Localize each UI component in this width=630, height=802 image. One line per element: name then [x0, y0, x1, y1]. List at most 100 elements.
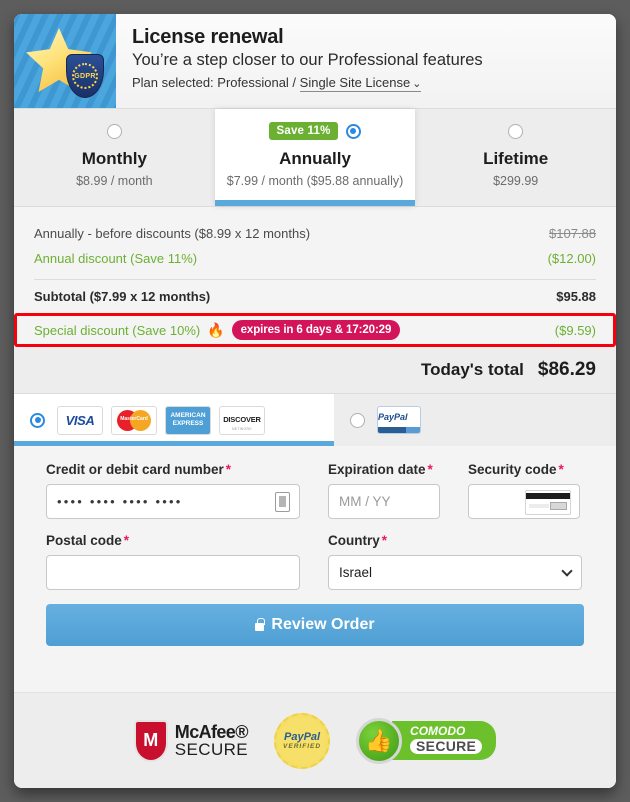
paypal-bar-dark [378, 427, 406, 433]
flame-icon: 🔥 [207, 321, 225, 338]
monthly-radio-row [14, 121, 215, 141]
payment-method-paypal[interactable]: PayPal [334, 394, 616, 446]
mcafee-mark: M [143, 730, 159, 750]
required-asterisk: * [558, 462, 564, 477]
amex-line1: AMERICAN [170, 412, 206, 419]
cvv-stripe [526, 493, 570, 499]
countdown-badge: expires in 6 days & 17:20:29 [231, 320, 401, 340]
trust-badges-footer: M McAfee® SECURE PayPal VERIFIED 👍 COMOD… [14, 692, 616, 788]
annually-radio[interactable] [345, 123, 361, 139]
cvv-card-icon [525, 490, 571, 515]
monthly-radio[interactable] [106, 123, 122, 139]
field-country: Country * Israel [328, 533, 582, 590]
paypal-verified-line2: VERIFIED [283, 743, 322, 750]
postal-code-label: Postal code * [46, 533, 300, 548]
page-subtitle: You’re a step closer to our Professional… [132, 51, 483, 69]
annually-price: $7.99 / month ($95.88 annually) [226, 174, 404, 188]
required-asterisk: * [427, 462, 433, 477]
header: GDPR License renewal You’re a step close… [14, 14, 616, 109]
monthly-price: $8.99 / month [76, 174, 153, 188]
row-special-discount: Special discount (Save 10%) 🔥 expires in… [14, 313, 616, 347]
plan-tabs: Monthly $8.99 / month Save 11% Annually … [14, 109, 616, 207]
amex-line2: EXPRESS [172, 420, 204, 427]
gdpr-label: GDPR [74, 72, 96, 80]
subtotal-value: $95.88 [556, 289, 596, 304]
field-expiration: Expiration date * MM / YY [328, 462, 440, 519]
comodo-pill: COMODO SECURE [392, 721, 497, 760]
expiration-label: Expiration date * [328, 462, 440, 477]
discover-line2: NETWORK [231, 427, 252, 431]
comodo-secure-badge: 👍 COMODO SECURE [356, 717, 497, 764]
security-code-label: Security code * [468, 462, 580, 477]
field-security-code: Security code * [468, 462, 580, 519]
card-number-value: •••• •••• •••• •••• [57, 494, 183, 509]
plan-selected-prefix: Plan selected: Professional / [132, 75, 300, 90]
row-before-discounts: Annually - before discounts ($8.99 x 12 … [34, 221, 596, 246]
amex-icon: AMERICAN EXPRESS [165, 405, 211, 435]
comodo-line1: COMODO [410, 724, 466, 738]
postal-code-label-text: Postal code [46, 533, 122, 548]
card-number-label-text: Credit or debit card number [46, 462, 224, 477]
card-radio[interactable] [30, 412, 45, 428]
paypal-bar-light [406, 427, 420, 433]
checkout-card: GDPR License renewal You’re a step close… [14, 14, 616, 788]
security-code-label-text: Security code [468, 462, 557, 477]
total-row: Today's total $86.29 [34, 359, 596, 381]
plan-option-annually[interactable]: Save 11% Annually $7.99 / month ($95.88 … [214, 109, 416, 206]
divider [34, 279, 596, 280]
country-select[interactable]: Israel [328, 555, 582, 590]
subtotal-label: Subtotal ($7.99 x 12 months) [34, 289, 211, 304]
paypal-icon: PayPal [377, 406, 421, 434]
special-discount-label-group: Special discount (Save 10%) 🔥 expires in… [34, 320, 401, 340]
plan-dropdown-link[interactable]: Single Site License ⌄ [299, 75, 422, 92]
annually-name: Annually [279, 149, 351, 168]
amex-text: AMERICAN EXPRESS [170, 412, 205, 428]
expiration-placeholder: MM / YY [339, 494, 391, 509]
required-asterisk: * [225, 462, 232, 477]
field-postal-code: Postal code * [46, 533, 300, 590]
plan-option-lifetime[interactable]: Lifetime $299.99 [415, 109, 616, 206]
card-number-input[interactable]: •••• •••• •••• •••• [46, 484, 300, 519]
price-breakdown: Annually - before discounts ($8.99 x 12 … [14, 207, 616, 347]
mastercard-circles: MasterCard [117, 409, 151, 431]
header-text: License renewal You’re a step closer to … [116, 14, 483, 108]
visa-icon: VISA [57, 405, 103, 435]
brand-logo: GDPR [14, 14, 116, 108]
special-discount-value: ($9.59) [554, 322, 596, 338]
discover-icon: DISCOVER NETWORK [219, 405, 265, 435]
lifetime-radio[interactable] [508, 123, 524, 139]
page-background: GDPR License renewal You’re a step close… [0, 0, 630, 802]
total-section: Today's total $86.29 [14, 347, 616, 394]
postal-code-input[interactable] [46, 555, 300, 590]
thumbs-up-icon: 👍 [356, 717, 403, 764]
monthly-name: Monthly [81, 149, 147, 168]
mcafee-text: McAfee® SECURE [174, 723, 249, 759]
discover-line1: DISCOVER [223, 415, 261, 424]
mastercard-icon: MasterCard [111, 405, 157, 435]
mc-text: MasterCard [120, 415, 148, 422]
save-badge: Save 11% [269, 122, 338, 140]
before-discounts-label: Annually - before discounts ($8.99 x 12 … [34, 226, 311, 241]
chevron-down-icon: ⌄ [412, 78, 422, 90]
gdpr-shield-icon: GDPR [66, 54, 104, 98]
card-lock-icon [275, 492, 290, 512]
mcafee-line2: SECURE [174, 739, 249, 759]
security-code-input[interactable] [468, 484, 580, 519]
country-label: Country * [328, 533, 582, 548]
form-row-1: Credit or debit card number * •••• •••• •… [46, 462, 584, 519]
paypal-verified-line1: PayPal [284, 731, 321, 743]
field-card-number: Credit or debit card number * •••• •••• •… [46, 462, 300, 519]
payment-method-tabs: VISA MasterCard AMERICAN EXPRESS DISCOVE… [14, 394, 616, 446]
paypal-bars [378, 427, 420, 433]
lifetime-price: $299.99 [493, 174, 539, 188]
plan-option-monthly[interactable]: Monthly $8.99 / month [14, 109, 215, 206]
before-discounts-value: $107.88 [549, 226, 596, 241]
review-order-label: Review Order [271, 616, 375, 633]
paypal-radio[interactable] [350, 412, 365, 428]
payment-method-card[interactable]: VISA MasterCard AMERICAN EXPRESS DISCOVE… [14, 394, 334, 446]
special-discount-label: Special discount (Save 10%) [34, 322, 201, 338]
total-value: $86.29 [537, 359, 596, 380]
expiration-input[interactable]: MM / YY [328, 484, 440, 519]
mcafee-secure-badge: M McAfee® SECURE [133, 719, 249, 762]
review-order-button[interactable]: Review Order [46, 604, 584, 646]
